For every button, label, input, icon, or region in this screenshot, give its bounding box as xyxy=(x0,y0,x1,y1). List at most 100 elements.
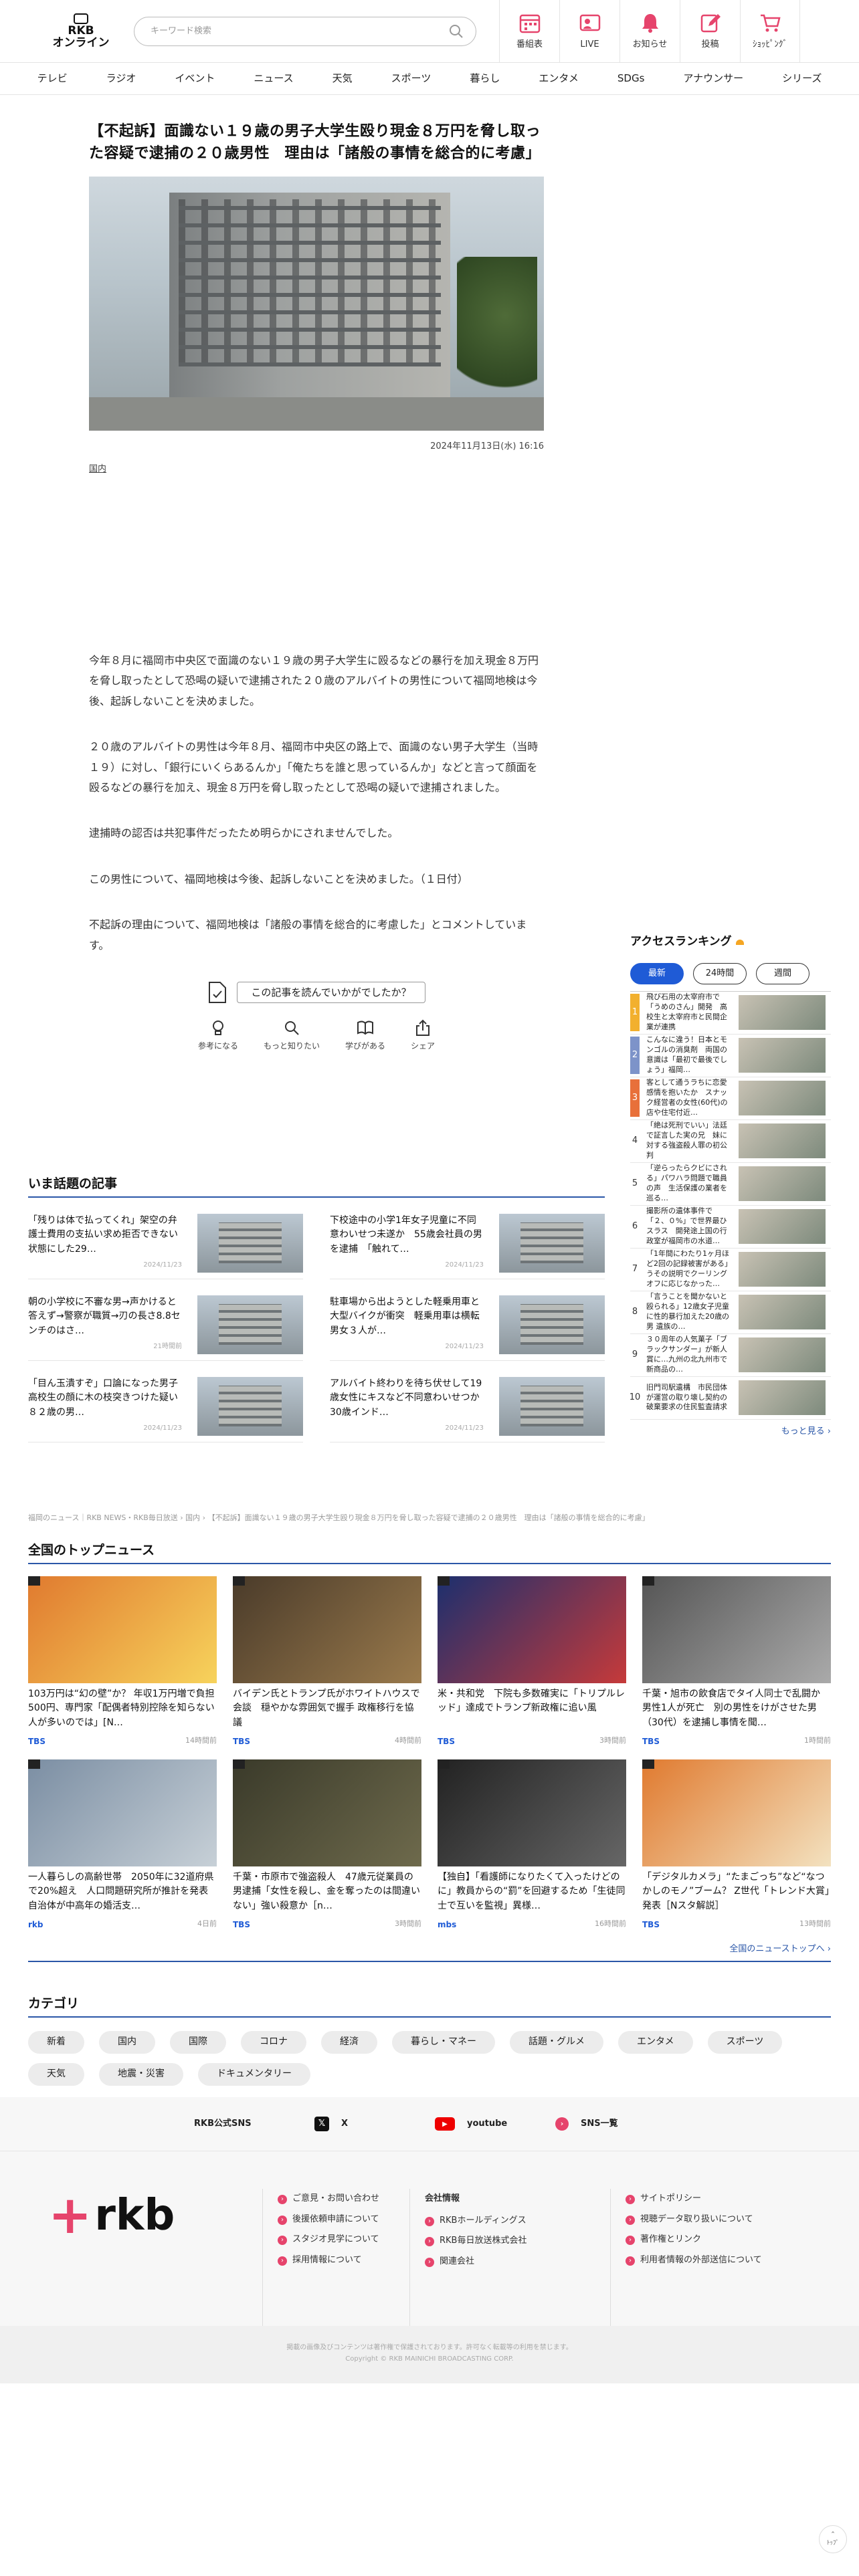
ranking-more-link[interactable]: もっと見る › xyxy=(630,1425,831,1438)
feedback-prompt: この記事を読んでいかがでしたか？ xyxy=(237,981,425,1004)
search-box[interactable]: キーワード検索 xyxy=(134,16,476,46)
trending-item[interactable]: 「目ん玉潰すぞ」口論になった男子高校生の顔に木の枝突きつけた疑い ８２歳の男… 2… xyxy=(28,1361,303,1442)
article-category-link[interactable]: 国内 xyxy=(89,463,544,476)
trending-item[interactable]: アルバイト終わりを待ち伏せして19歳女性にキスなど不同意わいせつか 30歳インド… xyxy=(330,1361,605,1442)
ranking-tab-weekly[interactable]: 週間 xyxy=(756,962,809,984)
ranking-tab-latest[interactable]: 最新 xyxy=(630,962,684,984)
category-chip[interactable]: ドキュメンタリー xyxy=(198,2062,310,2086)
category-chip[interactable]: スポーツ xyxy=(707,2030,783,2054)
header-live-button[interactable]: LIVE xyxy=(559,0,619,63)
ranking-item[interactable]: 3 客として通うラちに恋愛感情を抱いたか スナック経営者の女性(60代)の店や住宅… xyxy=(630,1077,831,1120)
national-news-title: 103万円は“幻の壁”か？ 年収1万円増で負担500円、専門家「配偶者特別控除を… xyxy=(28,1688,215,1728)
footer-logo[interactable]: + rkb xyxy=(48,2185,262,2246)
category-heading: カテゴリ xyxy=(28,1994,831,2018)
nav-item-sdgs[interactable]: SDGs xyxy=(598,71,664,86)
footer-link[interactable]: 利用者情報の外部送信について xyxy=(626,2250,783,2271)
footer-link[interactable]: ご意見・お問い合わせ xyxy=(278,2189,395,2210)
footer-link[interactable]: スタジオ見学について xyxy=(278,2230,395,2250)
ranking-item[interactable]: 2 こんなに違う！日本とモンゴルの消臭剤 両国の意識は「最初で最後でしょう」福岡… xyxy=(630,1035,831,1077)
national-news-card[interactable]: 千葉・市原市で強盗殺人 47歳元従業員の男逮捕「女性を殺し、金を奪ったのは間違い… xyxy=(233,1759,421,1931)
ranking-item[interactable]: 1 飛び石用の太宰府市で「うめのさん」開発 高校生と太宰府市と民間企業が連携 xyxy=(630,992,831,1035)
national-news-time: 4日前 xyxy=(197,1919,217,1929)
category-chip[interactable]: コロナ xyxy=(241,2030,306,2054)
sns-list-link[interactable]: › SNS一覧 xyxy=(555,2117,676,2131)
header-schedule-button[interactable]: 番組表 xyxy=(499,0,559,63)
ranking-item[interactable]: 8 「言うことを聞かないと殴られる」12歳女子児童に性的暴行加えた20歳の男 遺族… xyxy=(630,1291,831,1334)
footer-link[interactable]: 著作権とリンク xyxy=(626,2230,783,2250)
header-shopping-button[interactable]: ｼｮｯﾋﾟﾝｸﾞ xyxy=(740,0,800,63)
national-more-link[interactable]: 全国のニューストップへ › xyxy=(28,1943,831,1962)
ranking-item[interactable]: 7 「1年間にわたり1ヶ月ほど2回の記録被害がある」うその説明でクーリングオフに応… xyxy=(630,1249,831,1291)
sns-x-link[interactable]: 𝕏X xyxy=(314,2117,435,2131)
category-chip[interactable]: 暮らし・マネー xyxy=(392,2030,495,2054)
trending-thumbnail xyxy=(197,1376,303,1436)
national-news-card[interactable]: 「デジタルカメラ」“たまごっち”など“なつかしのモノ”ブーム？ Z世代「トレンド… xyxy=(642,1759,831,1931)
national-news-source: rkb xyxy=(28,1919,43,1929)
ranking-item[interactable]: 4 「絶は死刑でいい」法廷で証言した実の兄 妹に対する強盗殺人罪の初公判 xyxy=(630,1120,831,1163)
article-body: 今年８月に福岡市中央区で面識のない１９歳の男子大学生に殴るなどの暴行を加え現金８… xyxy=(89,651,544,956)
search-icon[interactable] xyxy=(449,24,464,39)
trending-thumbnail xyxy=(499,1295,605,1354)
header-notice-button[interactable]: お知らせ xyxy=(619,0,680,63)
ranking-item[interactable]: 9 ３０周年の人気菓子「ブラックサンダー」が新人賞に…九州の北九州市で新商品の… xyxy=(630,1334,831,1377)
category-chip[interactable]: 新着 xyxy=(28,2030,84,2054)
reaction-share-button[interactable]: シェア xyxy=(411,1018,435,1052)
footer-link[interactable]: 視聴データ取り扱いについて xyxy=(626,2210,783,2230)
trending-item[interactable]: 駐車場から出ようとした軽乗用車と大型バイクが衝突 軽乗用車は横転 男女３人が… 2… xyxy=(330,1279,605,1361)
reaction-helpful-button[interactable]: 参考になる xyxy=(198,1018,238,1052)
ranking-tab-24h[interactable]: 24時間 xyxy=(693,962,747,984)
reaction-more-button[interactable]: もっと知りたい xyxy=(264,1018,320,1052)
site-logo[interactable]: RKB オンライン xyxy=(52,13,110,49)
national-news-card[interactable]: 千葉・旭市の飲食店でタイ人同士で乱闘か 男性1人が死亡 別の男性をけがさせた男（… xyxy=(642,1576,831,1747)
ranking-title: ３０周年の人気菓子「ブラックサンダー」が新人賞に…九州の北九州市で新商品の… xyxy=(646,1335,727,1374)
nav-item-weather[interactable]: 天気 xyxy=(313,71,372,86)
national-news-card[interactable]: 一人暮らしの高齢世帯 2050年に32道府県で20%超え 人口問題研究所が推計を… xyxy=(28,1759,217,1931)
trending-item[interactable]: 下校途中の小学1年女子児童に不同意わいせつ未遂か 55歳会社員の男を逮捕 「触れ… xyxy=(330,1198,605,1279)
feedback: この記事を読んでいかがでしたか？ xyxy=(89,981,544,1004)
category-chip[interactable]: 話題・グルメ xyxy=(510,2030,603,2054)
reaction-learn-button[interactable]: 学びがある xyxy=(345,1018,385,1052)
sns-youtube-link[interactable]: ▶ youtube xyxy=(435,2117,555,2131)
category-chip[interactable]: 地震・災害 xyxy=(99,2062,183,2086)
national-news-card[interactable]: 【独自】「看護師になりたくて入ったけどのに」教員からの“罰”を回避するため「生徒… xyxy=(438,1759,626,1931)
footer-link[interactable]: RKBホールディングス xyxy=(425,2211,595,2232)
footer-link[interactable]: 関連会社 xyxy=(425,2252,595,2272)
footer-logo-text: rkb xyxy=(94,2191,175,2240)
ranking-number: 1 xyxy=(630,994,640,1031)
national-news-card[interactable]: 103万円は“幻の壁”か？ 年収1万円増で負担500円、専門家「配偶者特別控除を… xyxy=(28,1576,217,1747)
nav-item-entertainment[interactable]: エンタメ xyxy=(519,71,598,86)
footer-link[interactable]: 後援依頼申請について xyxy=(278,2210,395,2230)
trending-item[interactable]: 「残りは体で払ってくれ」架空の弁護士費用の支払い求め拒否できない状態にした29…… xyxy=(28,1198,303,1279)
header-post-button[interactable]: 投稿 xyxy=(680,0,740,63)
national-news-card[interactable]: 米・共和党 下院も多数確実に「トリプルレッド」達成でトランプ新政権に追い風 TBS… xyxy=(438,1576,626,1747)
category-chip[interactable]: 国際 xyxy=(170,2030,226,2054)
ranking-item[interactable]: 6 撮影所の遺体事件で「２、０%」で世界最ひスラス 開発途上国の行政室が福岡市の水… xyxy=(630,1206,831,1249)
category-chip[interactable]: 天気 xyxy=(28,2062,84,2086)
category-chip[interactable]: エンタメ xyxy=(618,2030,693,2054)
nav-item-sports[interactable]: スポーツ xyxy=(372,71,451,86)
nav-item-news[interactable]: ニュース xyxy=(234,71,312,86)
share-icon xyxy=(416,1019,430,1036)
category-chip[interactable]: 経済 xyxy=(321,2030,377,2054)
search-input[interactable]: キーワード検索 xyxy=(151,25,449,38)
ranking-item[interactable]: 5 「逆らったらクビにされる」パワハラ問題で職員の声 生活保護の業者を巡る… xyxy=(630,1163,831,1206)
trending-title: 朝の小学校に不審な男→声かけると答えず→警察が職質→刃の長さ8.8センチのはさ… xyxy=(28,1296,181,1336)
national-news-title: 千葉・旭市の飲食店でタイ人同士で乱闘か 男性1人が死亡 別の男性をけがさせた男（… xyxy=(642,1688,830,1728)
footer-link[interactable]: サイトポリシー xyxy=(626,2189,783,2210)
national-news-card[interactable]: バイデン氏とトランプ氏がホワイトハウスで会談 穏やかな雰囲気で握手 政権移行を協… xyxy=(233,1576,421,1747)
nav-item-tv[interactable]: テレビ xyxy=(18,71,87,86)
nav-item-life[interactable]: 暮らし xyxy=(450,71,519,86)
national-news-source: TBS xyxy=(438,1736,455,1746)
breadcrumb[interactable]: 福岡のニュース｜RKB NEWS・RKB毎日放送 › 国内 › 【不起訴】面識な… xyxy=(28,1513,831,1524)
book-icon xyxy=(357,1021,373,1035)
ranking-item[interactable]: 10 旧門司駅遺構 市民団体が運営の取り壊し契約の破棄要求の住民監査請求 xyxy=(630,1377,831,1420)
nav-item-event[interactable]: イベント xyxy=(155,71,234,86)
footer-link[interactable]: 採用情報について xyxy=(278,2250,395,2271)
back-to-top-button[interactable]: ⌃ ﾄｯﾌﾟ xyxy=(819,2525,847,2553)
category-chip[interactable]: 国内 xyxy=(99,2030,155,2054)
trending-item[interactable]: 朝の小学校に不審な男→声かけると答えず→警察が職質→刃の長さ8.8センチのはさ…… xyxy=(28,1279,303,1361)
nav-item-series[interactable]: シリーズ xyxy=(763,71,841,86)
footer-link[interactable]: RKB毎日放送株式会社 xyxy=(425,2231,595,2252)
nav-item-announcer[interactable]: アナウンサー xyxy=(664,71,763,86)
nav-item-radio[interactable]: ラジオ xyxy=(87,71,156,86)
